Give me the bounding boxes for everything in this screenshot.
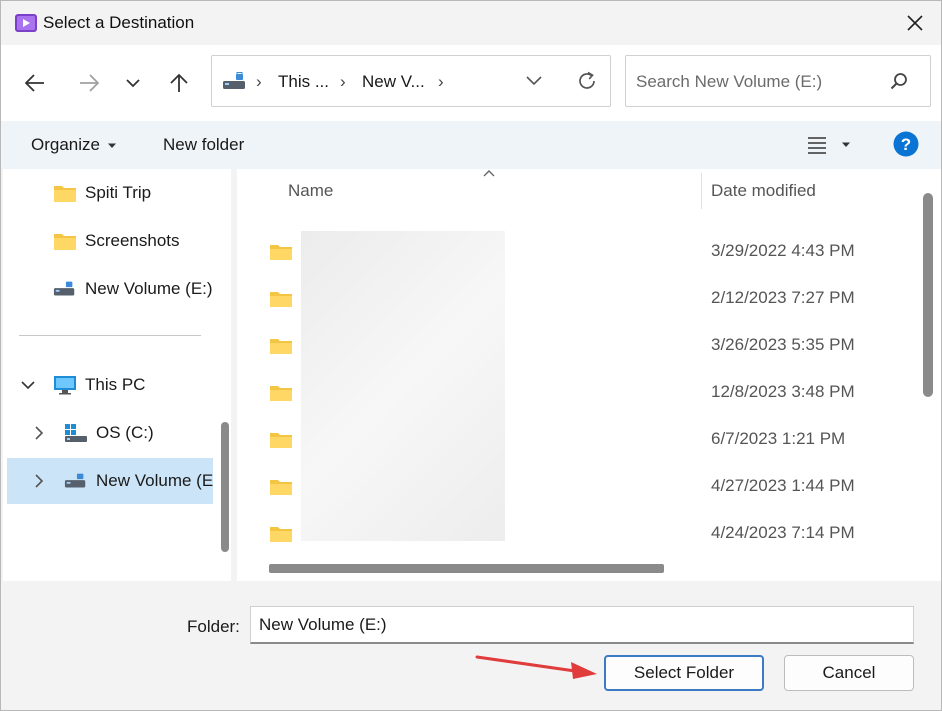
tree-item-new-volume-quick[interactable]: New Volume (E:) bbox=[53, 269, 213, 309]
file-date-modified: 6/7/2023 1:21 PM bbox=[711, 429, 846, 448]
folder-icon bbox=[270, 339, 292, 354]
file-date-modified: 4/24/2023 7:14 PM bbox=[711, 523, 855, 542]
command-bar: Organize New folder ? bbox=[1, 121, 941, 169]
annotation-arrow-icon bbox=[475, 655, 597, 679]
folder-input[interactable] bbox=[250, 606, 914, 644]
breadcrumb-separator: › bbox=[438, 72, 444, 91]
refresh-icon[interactable] bbox=[576, 70, 598, 92]
folder-icon bbox=[54, 186, 76, 202]
new-folder-button[interactable]: New folder bbox=[163, 135, 244, 155]
tree-item-label: Spiti Trip bbox=[85, 183, 152, 202]
filelist-horizontal-scrollbar[interactable] bbox=[269, 564, 664, 573]
tree-item-label: New Volume (E bbox=[96, 471, 214, 490]
chevron-right-icon[interactable] bbox=[35, 426, 44, 440]
tree-item-label: New Volume (E:) bbox=[85, 279, 213, 298]
caret-down-icon bbox=[107, 143, 116, 148]
folder-icon bbox=[270, 292, 292, 307]
select-folder-button[interactable]: Select Folder bbox=[604, 655, 764, 691]
breadcrumb-new-volume[interactable]: New V... bbox=[362, 72, 425, 92]
file-date-modified: 12/8/2023 3:48 PM bbox=[711, 382, 855, 401]
tree-item-spiti-trip[interactable]: Spiti Trip bbox=[53, 173, 151, 213]
folder-label: Folder: bbox=[187, 617, 240, 636]
arrow-left-icon bbox=[25, 74, 44, 92]
breadcrumb-separator: › bbox=[340, 72, 346, 91]
computer-icon bbox=[54, 376, 76, 395]
navpane-scrollbar[interactable] bbox=[221, 422, 229, 552]
tree-divider bbox=[19, 335, 201, 336]
column-header-name[interactable]: Name bbox=[288, 181, 333, 201]
file-date-modified: 2/12/2023 7:27 PM bbox=[711, 288, 855, 307]
file-list: Name Date modified 3/29/2022 4:43 PM 2/1… bbox=[237, 169, 941, 581]
redacted-filenames bbox=[301, 231, 505, 541]
arrow-up-icon bbox=[170, 73, 188, 92]
folder-icon bbox=[270, 480, 292, 495]
chevron-down-icon[interactable] bbox=[526, 76, 542, 86]
column-divider[interactable] bbox=[701, 173, 702, 209]
drive-icon bbox=[53, 281, 75, 296]
tree-item-label: This PC bbox=[85, 375, 146, 394]
folder-icon bbox=[54, 234, 76, 250]
filelist-vertical-scrollbar[interactable] bbox=[923, 193, 933, 397]
file-dialog: Select a Destination › This ... › New V.… bbox=[0, 0, 942, 711]
recent-locations-button[interactable] bbox=[117, 67, 149, 99]
windows-drive-icon bbox=[65, 424, 87, 442]
address-bar[interactable]: › This ... › New V... › bbox=[211, 55, 611, 107]
search-placeholder: Search New Volume (E:) bbox=[636, 72, 823, 91]
breadcrumb-separator: › bbox=[256, 72, 262, 91]
window-title: Select a Destination bbox=[43, 13, 195, 32]
help-icon[interactable]: ? bbox=[893, 131, 919, 157]
folder-icon bbox=[270, 245, 292, 260]
folder-icon bbox=[270, 386, 292, 401]
tree-item-label: OS (C:) bbox=[96, 423, 154, 442]
cancel-button[interactable]: Cancel bbox=[784, 655, 914, 691]
forward-button[interactable] bbox=[73, 67, 105, 99]
close-icon bbox=[907, 15, 923, 31]
file-date-modified: 3/29/2022 4:43 PM bbox=[711, 241, 855, 260]
svg-text:?: ? bbox=[901, 135, 911, 154]
chevron-down-icon[interactable] bbox=[21, 380, 35, 390]
navigation-pane: Spiti Trip Screenshots New Volume (E:) T… bbox=[3, 169, 231, 581]
file-date-modified: 4/27/2023 1:44 PM bbox=[711, 476, 855, 495]
organize-menu[interactable]: Organize bbox=[31, 135, 117, 155]
sort-ascending-icon bbox=[483, 170, 495, 177]
arrow-right-icon bbox=[80, 74, 99, 92]
tree-item-new-volume-e[interactable]: New Volume (E bbox=[35, 461, 213, 501]
tree-item-os-c[interactable]: OS (C:) bbox=[35, 413, 154, 453]
view-list-icon[interactable] bbox=[807, 136, 827, 154]
title-bar: Select a Destination bbox=[1, 1, 941, 45]
file-date-modified: 3/26/2023 5:35 PM bbox=[711, 335, 855, 354]
search-icon[interactable] bbox=[890, 72, 908, 90]
navigation-bar: › This ... › New V... › Search New Volum… bbox=[1, 45, 941, 121]
tree-item-this-pc[interactable]: This PC bbox=[21, 365, 145, 405]
caret-down-icon[interactable] bbox=[841, 142, 851, 148]
dialog-footer: Folder: Select Folder Cancel bbox=[1, 581, 941, 710]
organize-label: Organize bbox=[31, 135, 100, 154]
drive-icon bbox=[223, 72, 245, 89]
column-header-date-modified[interactable]: Date modified bbox=[711, 181, 816, 201]
search-box[interactable]: Search New Volume (E:) bbox=[625, 55, 931, 107]
tree-item-screenshots[interactable]: Screenshots bbox=[53, 221, 180, 261]
up-button[interactable] bbox=[163, 67, 195, 99]
chevron-right-icon[interactable] bbox=[35, 474, 44, 488]
back-button[interactable] bbox=[19, 67, 51, 99]
close-button[interactable] bbox=[897, 7, 933, 39]
video-app-icon bbox=[15, 14, 37, 32]
tree-item-label: Screenshots bbox=[85, 231, 180, 250]
breadcrumb-this-pc[interactable]: This ... bbox=[278, 72, 329, 92]
folder-icon bbox=[270, 433, 292, 448]
folder-icon bbox=[270, 527, 292, 542]
drive-icon bbox=[64, 473, 86, 488]
chevron-down-icon bbox=[126, 78, 140, 87]
